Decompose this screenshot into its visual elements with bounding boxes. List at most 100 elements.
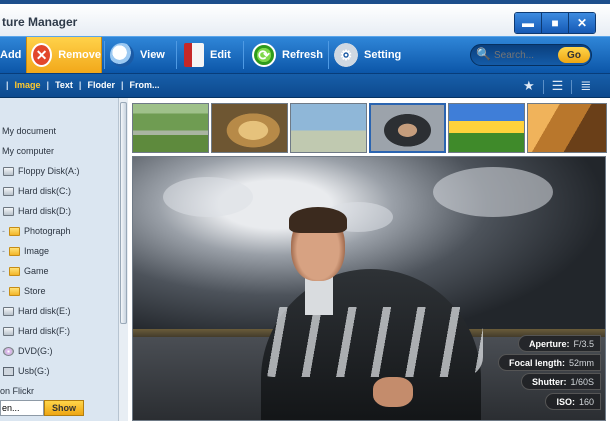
list-view-icon[interactable]: ☰ (552, 78, 564, 94)
tree-item-hdd-f[interactable]: Hard disk(F:) (3, 326, 70, 336)
hard-disk-icon (3, 306, 14, 316)
tree-connector: - (2, 226, 5, 236)
tree-item-usb[interactable]: Usb(G:) (3, 366, 50, 376)
filter-separator: | (120, 80, 124, 90)
aperture-label: Aperture: (528, 338, 570, 349)
tree-item-image[interactable]: - Image (2, 246, 49, 256)
thumbnail-family[interactable] (290, 103, 367, 153)
remove-icon: ✕ (31, 43, 53, 67)
focal-length-value: 52mm (568, 357, 594, 368)
add-button[interactable]: Add (0, 37, 21, 73)
flickr-search-row: Show (0, 400, 118, 416)
usb-drive-icon (3, 366, 14, 376)
thumbnail-grass-landscape[interactable] (132, 103, 209, 153)
filter-text[interactable]: Text (55, 80, 73, 90)
edit-label: Edit (210, 49, 231, 61)
thumbnail-sunflowers[interactable] (448, 103, 525, 153)
tree-item-hdd-d[interactable]: Hard disk(D:) (3, 206, 71, 216)
photo-cloud (163, 177, 253, 217)
sidebar-scrollbar[interactable] (118, 98, 128, 421)
toolbar-divider (104, 41, 105, 69)
maximize-button[interactable]: ■ (542, 13, 569, 33)
main-photo-preview[interactable]: Aperture: F/3.5 Focal length: 52mm Shutt… (132, 156, 606, 421)
scrollbar-thumb[interactable] (120, 102, 127, 324)
tree-item-dvd[interactable]: DVD(G:) (3, 346, 53, 356)
photo-person-hand (373, 377, 413, 407)
tree-item-label: DVD(G:) (18, 346, 53, 356)
filter-separator: | (46, 80, 50, 90)
tree-item-photograph[interactable]: - Photograph (2, 226, 71, 236)
aperture-value: F/3.5 (573, 338, 594, 349)
tree-item-label: Game (24, 266, 49, 276)
hard-disk-icon (3, 326, 14, 336)
tree-item-label: Hard disk(E:) (18, 306, 71, 316)
hard-disk-icon (3, 206, 14, 216)
tree-item-my-computer[interactable]: My computer (2, 146, 54, 156)
remove-label: Remove (58, 49, 101, 61)
iso-tag: ISO: 160 (545, 393, 601, 410)
icon-divider (542, 80, 544, 94)
refresh-label: Refresh (282, 49, 323, 61)
hard-disk-icon (3, 186, 14, 196)
tree-item-label: Floppy Disk(A:) (18, 166, 80, 176)
add-label: Add (0, 49, 22, 61)
minimize-button[interactable]: ▬ (515, 13, 542, 33)
focal-length-tag: Focal length: 52mm (497, 354, 601, 371)
star-icon[interactable]: ★ (523, 78, 535, 94)
filter-separator: | (78, 80, 82, 90)
thumbnail-man-selected[interactable] (369, 103, 446, 153)
icon-divider (571, 80, 573, 94)
tree-item-store[interactable]: - Store (2, 286, 46, 296)
photo-jacket-stripes (253, 307, 483, 377)
tree-item-label: Store (24, 286, 46, 296)
filter-folder[interactable]: Floder (87, 80, 115, 90)
refresh-button[interactable]: ⟳ Refresh (252, 37, 323, 73)
toolbar-divider (176, 41, 177, 69)
filter-bar: | Image | Text | Floder | From... ★ ☰ ≣ (0, 74, 610, 98)
folder-icon (9, 226, 20, 236)
tree-connector: - (2, 286, 5, 296)
filter-from[interactable]: From... (130, 80, 160, 90)
edit-button[interactable]: Edit (184, 37, 231, 73)
tree-connector: - (2, 246, 5, 256)
thumbnail-horse[interactable] (527, 103, 607, 153)
show-button[interactable]: Show (44, 400, 84, 416)
toolbar-divider (243, 41, 244, 69)
floppy-drive-icon (3, 166, 14, 176)
tree-item-my-document[interactable]: My document (2, 126, 56, 136)
tree-item-label: Hard disk(D:) (18, 206, 72, 216)
photo-person-hair (289, 207, 347, 233)
flickr-input[interactable] (0, 400, 44, 416)
window-controls: ▬ ■ ✕ (514, 12, 596, 34)
tree-item-floppy[interactable]: Floppy Disk(A:) (3, 166, 80, 176)
tree-item-hdd-e[interactable]: Hard disk(E:) (3, 306, 71, 316)
view-mode-icons: ★ ☰ ≣ (523, 78, 591, 94)
main-toolbar: Add ✕ Remove View Edit ⟳ Refresh ⚙ Setti… (0, 36, 610, 74)
detail-view-icon[interactable]: ≣ (580, 78, 591, 94)
shutter-label: Shutter: (531, 376, 567, 387)
tree-item-label: Image (24, 246, 50, 256)
edit-book-icon (184, 43, 204, 67)
view-button[interactable]: View (110, 37, 165, 73)
tree-item-hdd-c[interactable]: Hard disk(C:) (3, 186, 71, 196)
filter-separator: | (6, 80, 9, 90)
gear-icon: ⚙ (334, 43, 358, 67)
close-button[interactable]: ✕ (569, 13, 595, 33)
setting-button[interactable]: ⚙ Setting (334, 37, 401, 73)
go-button[interactable]: Go (558, 47, 590, 63)
thumbnail-dog[interactable] (211, 103, 288, 153)
tree-item-game[interactable]: - Game (2, 266, 49, 276)
folder-tree: My document My computer Floppy Disk(A:) … (0, 98, 118, 421)
title-bar: ture Manager ▬ ■ ✕ (0, 0, 610, 36)
focal-length-label: Focal length: (508, 357, 565, 368)
remove-button[interactable]: ✕ Remove (26, 37, 102, 73)
folder-icon (9, 286, 20, 296)
search-input[interactable] (494, 47, 558, 63)
flickr-heading: on Flickr (0, 386, 34, 396)
toolbar-divider (328, 41, 329, 69)
setting-label: Setting (364, 49, 402, 61)
filter-image[interactable]: Image (15, 80, 41, 90)
tree-item-label: Usb(G:) (18, 366, 50, 376)
search-icon: 🔍 (476, 47, 491, 61)
tree-item-label: Photograph (24, 226, 71, 236)
